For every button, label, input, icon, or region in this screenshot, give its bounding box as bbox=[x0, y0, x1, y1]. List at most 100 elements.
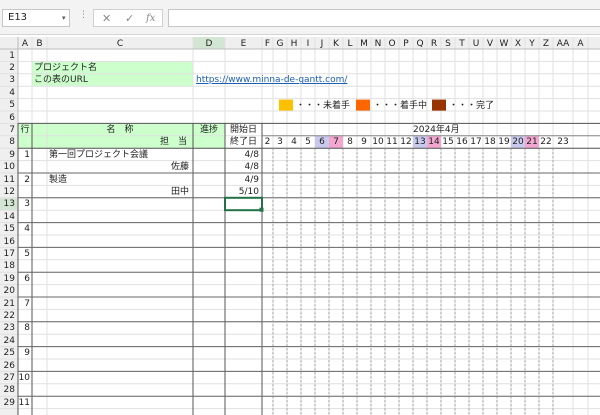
row-header[interactable]: 15 bbox=[0, 223, 15, 235]
sheet-canvas[interactable] bbox=[0, 37, 600, 415]
legend-swatch-done bbox=[432, 99, 446, 111]
column-header[interactable]: S bbox=[441, 38, 455, 50]
gantt-day-header: 4 bbox=[291, 137, 297, 148]
legend-label-not-started: ・・・未着手 bbox=[296, 100, 351, 111]
header-end-date: 終了日 bbox=[229, 137, 257, 148]
row-header[interactable]: 22 bbox=[0, 310, 15, 322]
row-header[interactable]: 1 bbox=[0, 50, 15, 62]
task-name: 製造 bbox=[49, 174, 68, 185]
row-header[interactable]: 28 bbox=[0, 384, 15, 396]
gantt-day-header: 17 bbox=[470, 137, 482, 148]
task-person: 田中 bbox=[170, 186, 189, 197]
formula-input[interactable] bbox=[168, 9, 600, 27]
row-header[interactable]: 4 bbox=[0, 87, 15, 99]
column-header[interactable]: T bbox=[455, 38, 469, 50]
task-start-date: 4/9 bbox=[244, 174, 259, 185]
row-header[interactable]: 3 bbox=[0, 74, 15, 86]
row-header[interactable]: 25 bbox=[0, 347, 15, 359]
name-box-dropdown-icon[interactable]: ▾ bbox=[62, 9, 66, 27]
task-person: 佐藤 bbox=[170, 162, 189, 173]
gantt-day-header: 21 bbox=[526, 137, 538, 148]
row-header[interactable]: 18 bbox=[0, 260, 15, 272]
gantt-day-header: 7 bbox=[333, 137, 339, 148]
row-header[interactable]: 9 bbox=[0, 149, 15, 161]
column-header[interactable]: U bbox=[469, 38, 483, 50]
task-number: 2 bbox=[24, 174, 30, 185]
row-header[interactable]: 5 bbox=[0, 99, 15, 111]
column-header[interactable]: A bbox=[573, 38, 588, 50]
column-header[interactable]: B bbox=[32, 38, 47, 50]
column-header[interactable]: P bbox=[399, 38, 413, 50]
cancel-icon[interactable]: ✕ bbox=[102, 11, 111, 27]
row-header[interactable]: 17 bbox=[0, 248, 15, 260]
row-header[interactable]: 14 bbox=[0, 211, 15, 223]
row-header[interactable]: 20 bbox=[0, 285, 15, 297]
spreadsheet-grid[interactable]: A B C D E F G H I J K L M N O P Q R S T U V W X Y Z AA A 1 2 3 4 5 6 7 8 9 10… bbox=[0, 37, 600, 415]
task-number: 1 bbox=[24, 149, 30, 160]
row-header[interactable]: 29 bbox=[0, 397, 15, 409]
column-header[interactable]: F bbox=[262, 38, 273, 50]
task-number: 8 bbox=[24, 323, 30, 334]
enter-icon[interactable]: ✓ bbox=[125, 11, 134, 27]
row-header[interactable]: 8 bbox=[0, 136, 15, 148]
column-header[interactable]: V bbox=[483, 38, 497, 50]
gantt-day-header: 8 bbox=[347, 137, 353, 148]
name-box[interactable]: E13 bbox=[2, 9, 70, 27]
column-header[interactable]: Q bbox=[413, 38, 427, 50]
column-header[interactable]: H bbox=[287, 38, 301, 50]
row-header[interactable]: 19 bbox=[0, 273, 15, 285]
row-header[interactable]: 26 bbox=[0, 360, 15, 372]
header-progress: 進捗 bbox=[199, 124, 218, 135]
column-header[interactable]: AA bbox=[553, 38, 573, 50]
column-header[interactable]: Z bbox=[539, 38, 553, 50]
row-header[interactable]: 21 bbox=[0, 298, 15, 310]
gantt-day-header: 22 bbox=[540, 137, 552, 148]
column-header[interactable]: O bbox=[385, 38, 399, 50]
column-header[interactable]: Y bbox=[525, 38, 539, 50]
row-header[interactable]: 16 bbox=[0, 236, 15, 248]
insert-function-icon[interactable]: fx bbox=[146, 11, 155, 27]
formula-bar: E13 ▾ ⋮ ✕ ✓ fx bbox=[0, 0, 600, 35]
gantt-day-header: 6 bbox=[319, 137, 325, 148]
column-header[interactable]: K bbox=[329, 38, 343, 50]
row-header[interactable]: 2 bbox=[0, 62, 15, 74]
row-header[interactable]: 13 bbox=[0, 198, 15, 210]
task-number: 4 bbox=[24, 224, 30, 235]
gantt-day-header: 9 bbox=[361, 137, 367, 148]
column-header[interactable]: I bbox=[301, 38, 315, 50]
column-header[interactable]: G bbox=[273, 38, 287, 50]
task-end-date: 5/10 bbox=[238, 186, 259, 197]
gantt-day-header: 19 bbox=[498, 137, 510, 148]
gantt-day-header: 15 bbox=[442, 137, 454, 148]
row-header[interactable]: 12 bbox=[0, 186, 15, 198]
row-header[interactable]: 11 bbox=[0, 174, 15, 186]
column-header[interactable]: N bbox=[371, 38, 385, 50]
gantt-day-header: 12 bbox=[400, 137, 412, 148]
column-header[interactable]: A bbox=[18, 38, 32, 50]
column-header[interactable]: M bbox=[357, 38, 371, 50]
task-start-date: 4/8 bbox=[244, 149, 259, 160]
row-header[interactable]: 24 bbox=[0, 335, 15, 347]
project-name-label: プロジェクト名 bbox=[34, 62, 98, 73]
task-number: 6 bbox=[24, 273, 30, 284]
column-header[interactable]: C bbox=[47, 38, 193, 50]
row-header[interactable]: 23 bbox=[0, 322, 15, 334]
selected-cell[interactable] bbox=[224, 196, 263, 212]
row-header[interactable]: 6 bbox=[0, 112, 15, 124]
row-header[interactable]: 7 bbox=[0, 124, 15, 136]
column-header[interactable]: J bbox=[315, 38, 329, 50]
gantt-day-header: 13 bbox=[414, 137, 426, 148]
task-name: 第一回プロジェクト会議 bbox=[49, 149, 149, 160]
row-header[interactable]: 27 bbox=[0, 372, 15, 384]
column-header[interactable]: R bbox=[427, 38, 441, 50]
legend-swatch-not-started bbox=[279, 99, 293, 111]
gantt-day-header: 18 bbox=[484, 137, 496, 148]
column-header[interactable]: L bbox=[343, 38, 357, 50]
row-header[interactable]: 10 bbox=[0, 161, 15, 173]
column-header[interactable]: E bbox=[225, 38, 262, 50]
column-header[interactable]: X bbox=[511, 38, 525, 50]
column-header[interactable]: D bbox=[193, 38, 225, 50]
project-url-link[interactable]: https://www.minna-de-gantt.com/ bbox=[196, 74, 347, 86]
gantt-day-header: 3 bbox=[277, 137, 283, 148]
column-header[interactable]: W bbox=[497, 38, 511, 50]
